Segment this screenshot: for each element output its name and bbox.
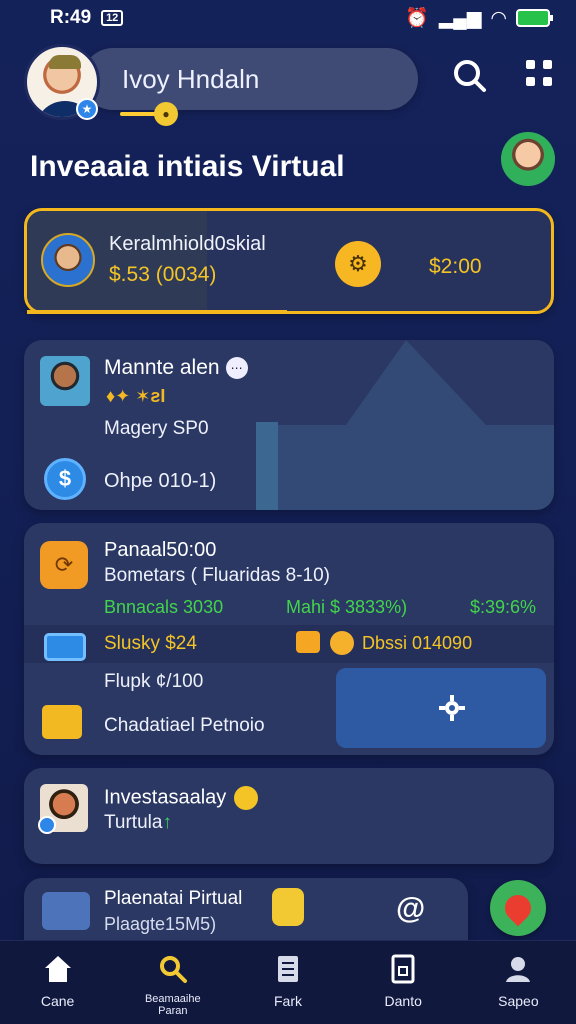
nav-search-label: Beamaaihe <box>144 993 201 1005</box>
featured-avatar <box>41 233 95 287</box>
nav-search-sublabel: Paran <box>158 1005 188 1017</box>
plan-subtitle: Plaagte15M5) <box>104 914 217 934</box>
nav-book-label: Fark <box>273 993 302 1009</box>
chart-mountain-graphic <box>256 340 554 510</box>
investment-title-text: Investasaalay <box>104 786 227 809</box>
verified-icon: ★ <box>76 98 98 120</box>
status-bar: R:49 12 ⏰ ▂▄▆ ◠ <box>0 0 576 36</box>
gear-icon <box>439 695 465 721</box>
nav-book[interactable]: Fark <box>230 941 345 1024</box>
safe-icon: ⟳ <box>40 541 88 589</box>
profile-icon <box>506 957 531 982</box>
edit-icon <box>42 892 90 930</box>
avatar-hat <box>49 55 81 69</box>
chat-icon <box>44 633 86 661</box>
nav-home-label: Cane <box>40 993 75 1009</box>
location-pin-icon <box>499 889 537 927</box>
nav-profile[interactable]: Sapeo <box>461 941 576 1024</box>
alarm-icon: ⏰ <box>405 8 429 29</box>
trend-up-icon: ↑ <box>162 812 172 833</box>
featured-price: $2:00 <box>429 255 482 278</box>
status-time: R:49 <box>50 7 92 28</box>
location-fab[interactable] <box>490 880 546 936</box>
profile-meta: Magery SP0 <box>104 418 209 439</box>
notification-badge: 12 <box>101 10 124 26</box>
emoji-icon <box>234 786 259 810</box>
profile-name-text: Mannte alen <box>104 356 220 379</box>
app-header: Ivoy Hndaln ★ ● <box>24 44 554 134</box>
document-icon <box>391 954 415 984</box>
portfolio-stat-3: $:39:6% <box>470 597 537 617</box>
profile-card[interactable]: Mannte alen ⋯ ♦✦ ✶ƨI Magery SP0 $ Ohpe 01… <box>24 340 554 510</box>
settings-panel[interactable] <box>336 668 546 748</box>
grid-menu-icon <box>543 60 552 69</box>
flash-label: Flupk ¢/100 <box>104 671 204 692</box>
battery-icon <box>516 9 553 27</box>
search-icon <box>159 956 187 983</box>
search-icon <box>454 60 486 92</box>
grid-menu-icon <box>526 60 535 69</box>
status-left: R:49 12 <box>50 7 124 29</box>
grid-menu-icon <box>543 77 552 86</box>
gift-label: Dbssi 014090 <box>362 633 473 653</box>
featured-progress <box>27 310 287 314</box>
grid-menu-icon <box>526 77 535 86</box>
bottom-navigation: Cane Beamaaihe Paran Fark Danto Sapeo <box>0 940 576 1024</box>
investment-avatar <box>38 784 88 834</box>
portfolio-stat-1: Bnnacals 3030 <box>104 597 224 617</box>
investment-title: Investasaalay <box>104 786 259 810</box>
gift-icon <box>330 631 354 655</box>
featured-title: Keralmhiold0skial <box>109 233 266 255</box>
dollar-icon: $ <box>44 458 86 500</box>
study-label: Slusky $24 <box>104 633 197 654</box>
book-icon <box>277 956 298 982</box>
wallet-icon <box>296 631 320 653</box>
profile-name: Mannte alen ⋯ <box>104 356 248 380</box>
more-dots-icon: ⋯ <box>225 357 248 380</box>
profile-tags: ♦✦ ✶ƨI <box>106 386 166 406</box>
nav-home[interactable]: Cane <box>0 941 115 1024</box>
performance-label: Chadatiael Petnoio <box>104 715 265 736</box>
at-icon[interactable]: @ <box>396 892 425 926</box>
portfolio-title: Panaal50:00 <box>104 539 217 561</box>
signal-icon: ▂▄▆ <box>438 7 482 29</box>
featured-card[interactable]: Keralmhiold0skial $.53 (0034) ⚙ $2:00 <box>24 208 554 314</box>
wifi-icon: ◠ <box>491 7 506 29</box>
nav-search[interactable]: Beamaaihe Paran <box>115 941 230 1024</box>
grid-menu-button[interactable] <box>526 60 554 88</box>
nav-profile-label: Sapeo <box>498 993 539 1009</box>
coin-icon: ● <box>154 102 178 126</box>
home-icon <box>44 956 71 982</box>
search-button[interactable] <box>450 56 490 96</box>
portfolio-card[interactable]: ⟳ Panaal50:00 Bometars ( Fluaridas 8-10)… <box>24 523 554 755</box>
status-dot-icon <box>38 816 56 834</box>
page-title: Inveaaia intiais Virtual <box>30 150 345 183</box>
status-icons: ⏰ ▂▄▆ ◠ <box>405 6 553 30</box>
portfolio-subtitle: Bometars ( Fluaridas 8-10) <box>104 565 330 586</box>
portfolio-stat-2: Mahi $ 3833%) <box>286 597 408 617</box>
profile-bottom: Ohpe 010-1) <box>104 470 217 492</box>
investment-card[interactable]: Investasaalay Turtula↑ <box>24 768 554 864</box>
user-name: Ivoy Hndaln <box>122 63 260 94</box>
camera-icon <box>272 888 304 926</box>
user-name-pill[interactable]: Ivoy Hndaln <box>82 48 418 110</box>
crown-icon <box>42 705 82 739</box>
nav-document[interactable]: Danto <box>346 941 461 1024</box>
investment-subtitle: Turtula↑ <box>104 812 172 834</box>
plan-title: Plaenatai Pirtual <box>104 888 243 909</box>
plan-card[interactable]: Plaenatai Pirtual Plaagte15M5) @ <box>24 878 468 948</box>
support-avatar[interactable] <box>501 132 555 186</box>
featured-value: $.53 (0034) <box>109 263 217 286</box>
nav-document-label: Danto <box>384 993 422 1009</box>
gear-badge-icon: ⚙ <box>335 241 381 287</box>
investment-subtitle-text: Turtula <box>104 812 163 833</box>
profile-avatar <box>40 356 90 406</box>
